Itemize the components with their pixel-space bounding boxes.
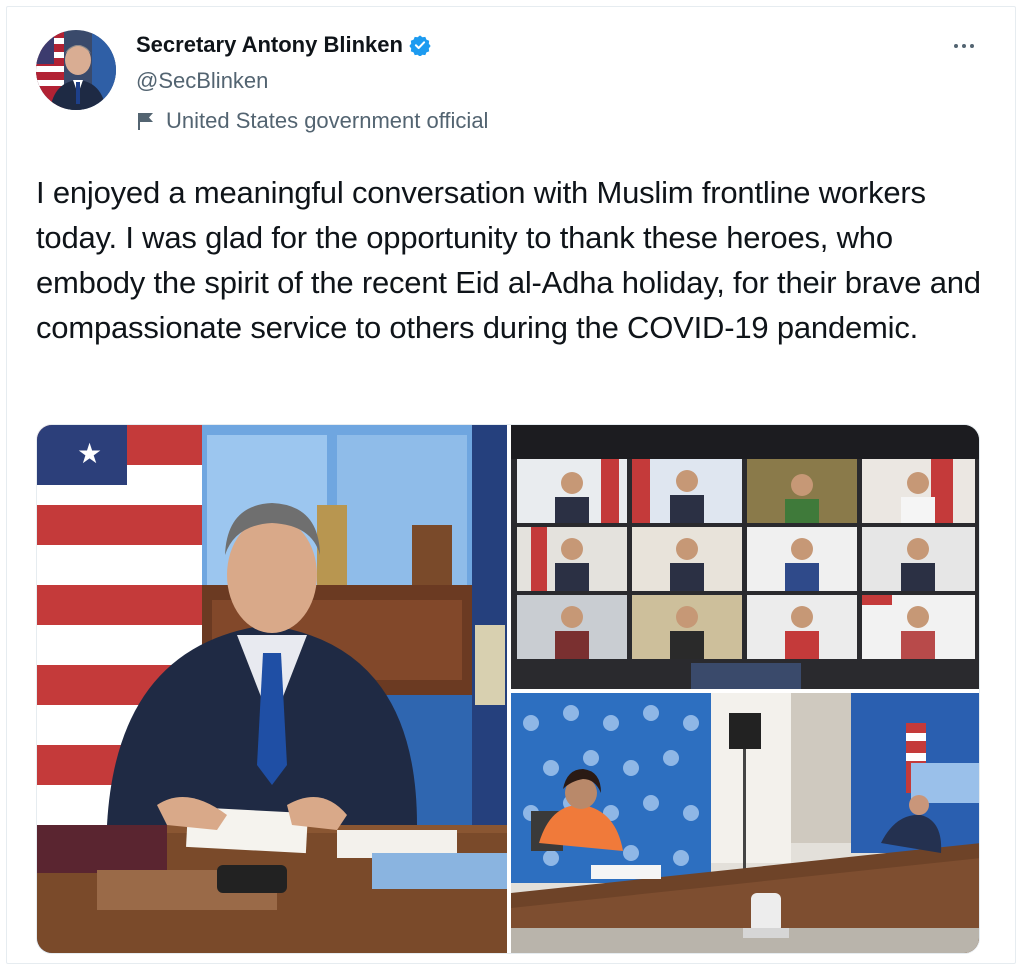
flag-icon [136,110,156,132]
more-dot [970,44,974,48]
more-icon[interactable] [946,34,982,58]
media-grid: ★ [36,424,980,954]
government-label-text: United States government official [166,108,489,133]
author-avatar[interactable] [36,30,116,110]
author-display-name[interactable]: Secretary Antony Blinken [136,32,403,58]
author-handle[interactable]: @SecBlinken [136,68,268,94]
media-photo-2[interactable] [511,425,979,689]
svg-text:★: ★ [77,437,102,470]
government-label: United States government official [136,108,488,134]
author-name-row: Secretary Antony Blinken [136,32,431,58]
verified-badge-icon [409,34,431,57]
media-photo-3[interactable] [511,693,979,953]
more-dot [954,44,958,48]
tweet-text: I enjoyed a meaningful conversation with… [36,175,981,345]
media-photo-1[interactable]: ★ [37,425,507,953]
more-dot [962,44,966,48]
